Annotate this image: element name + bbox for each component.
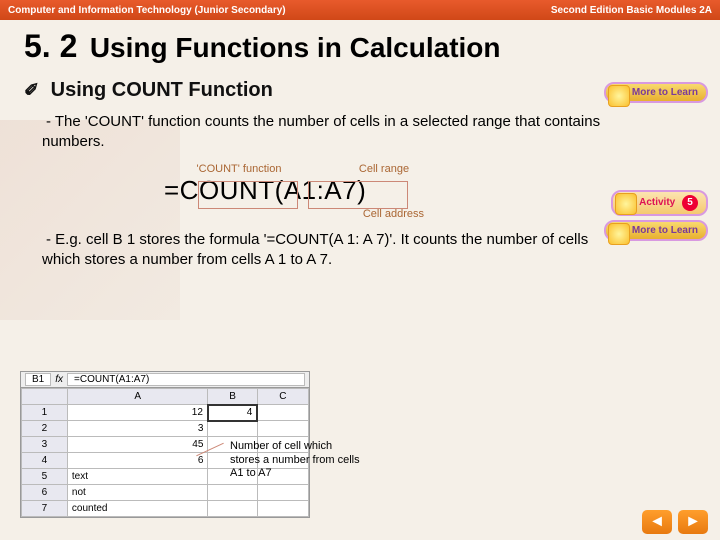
- annotation-text: Number of cell which stores a number fro…: [230, 440, 360, 480]
- more-to-learn-badge[interactable]: More to Learn: [604, 82, 708, 103]
- spreadsheet-formula-bar: B1 fx =COUNT(A1:A7): [21, 372, 309, 388]
- formula-box-1: [198, 181, 298, 209]
- more-to-learn-badge-2[interactable]: More to Learn: [604, 220, 708, 241]
- cell: [257, 501, 308, 517]
- badge-label: Activity: [639, 197, 675, 208]
- cell: 12: [67, 405, 208, 421]
- badge-label: More to Learn: [632, 225, 698, 236]
- section-title: Using Functions in Calculation: [90, 32, 501, 64]
- paragraph-2-text: - E.g. cell B 1 stores the formula '=COU…: [42, 231, 588, 268]
- cell: [257, 421, 308, 437]
- activity-number: 5: [682, 195, 698, 211]
- badge-label: More to Learn: [632, 87, 698, 98]
- subheading: ✐ Using COUNT Function: [24, 79, 696, 102]
- cell: [257, 405, 308, 421]
- cell: 3: [67, 421, 208, 437]
- row-header: 1: [22, 405, 68, 421]
- book-icon: [608, 85, 630, 107]
- row-header: 7: [22, 501, 68, 517]
- nav-controls: ◄ ►: [642, 510, 708, 534]
- cell: 45: [67, 437, 208, 453]
- cell: [208, 485, 257, 501]
- cell: text: [67, 469, 208, 485]
- col-header: A: [67, 389, 208, 405]
- slide-content: 5. 2 Using Functions in Calculation ✐ Us…: [0, 20, 720, 540]
- formula-label-function: 'COUNT' function: [164, 163, 314, 175]
- cell: [208, 421, 257, 437]
- cell-reference: B1: [25, 373, 51, 386]
- row-header: 5: [22, 469, 68, 485]
- next-button[interactable]: ►: [678, 510, 708, 534]
- row-header: 3: [22, 437, 68, 453]
- cell: not: [67, 485, 208, 501]
- row-header: 4: [22, 453, 68, 469]
- cell: [257, 485, 308, 501]
- formula-diagram: 'COUNT' function Cell range =COUNT(A1:A7…: [164, 163, 464, 220]
- cell: counted: [67, 501, 208, 517]
- paragraph-1-text: - The 'COUNT' function counts the number…: [42, 113, 600, 150]
- formula-bar-text: =COUNT(A1:A7): [67, 373, 305, 386]
- fx-icon: fx: [55, 374, 63, 385]
- formula-label-range: Cell range: [314, 163, 454, 175]
- section-number: 5. 2: [24, 28, 77, 65]
- formula-box-2: [308, 181, 408, 209]
- col-header: C: [257, 389, 308, 405]
- prev-button[interactable]: ◄: [642, 510, 672, 534]
- col-header: [22, 389, 68, 405]
- header-bar: Computer and Information Technology (Jun…: [0, 0, 720, 20]
- cell: 6: [67, 453, 208, 469]
- row-header: 6: [22, 485, 68, 501]
- book-icon: [608, 223, 630, 245]
- bullet-icon: ✐: [24, 80, 39, 101]
- activity-badge[interactable]: Activity 5: [611, 190, 708, 216]
- cell-selected: 4: [208, 405, 257, 421]
- paragraph-2: - E.g. cell B 1 stores the formula '=COU…: [42, 230, 602, 271]
- paragraph-1: - The 'COUNT' function counts the number…: [42, 112, 602, 153]
- header-left: Computer and Information Technology (Jun…: [8, 5, 286, 16]
- cell: [208, 501, 257, 517]
- puzzle-icon: [615, 193, 637, 215]
- row-header: 2: [22, 421, 68, 437]
- formula-label-address: Cell address: [164, 208, 464, 220]
- arrow-right-icon: ►: [685, 513, 701, 531]
- header-right: Second Edition Basic Modules 2A: [551, 5, 712, 16]
- arrow-left-icon: ◄: [649, 513, 665, 531]
- col-header: B: [208, 389, 257, 405]
- subheading-text: Using COUNT Function: [51, 79, 273, 101]
